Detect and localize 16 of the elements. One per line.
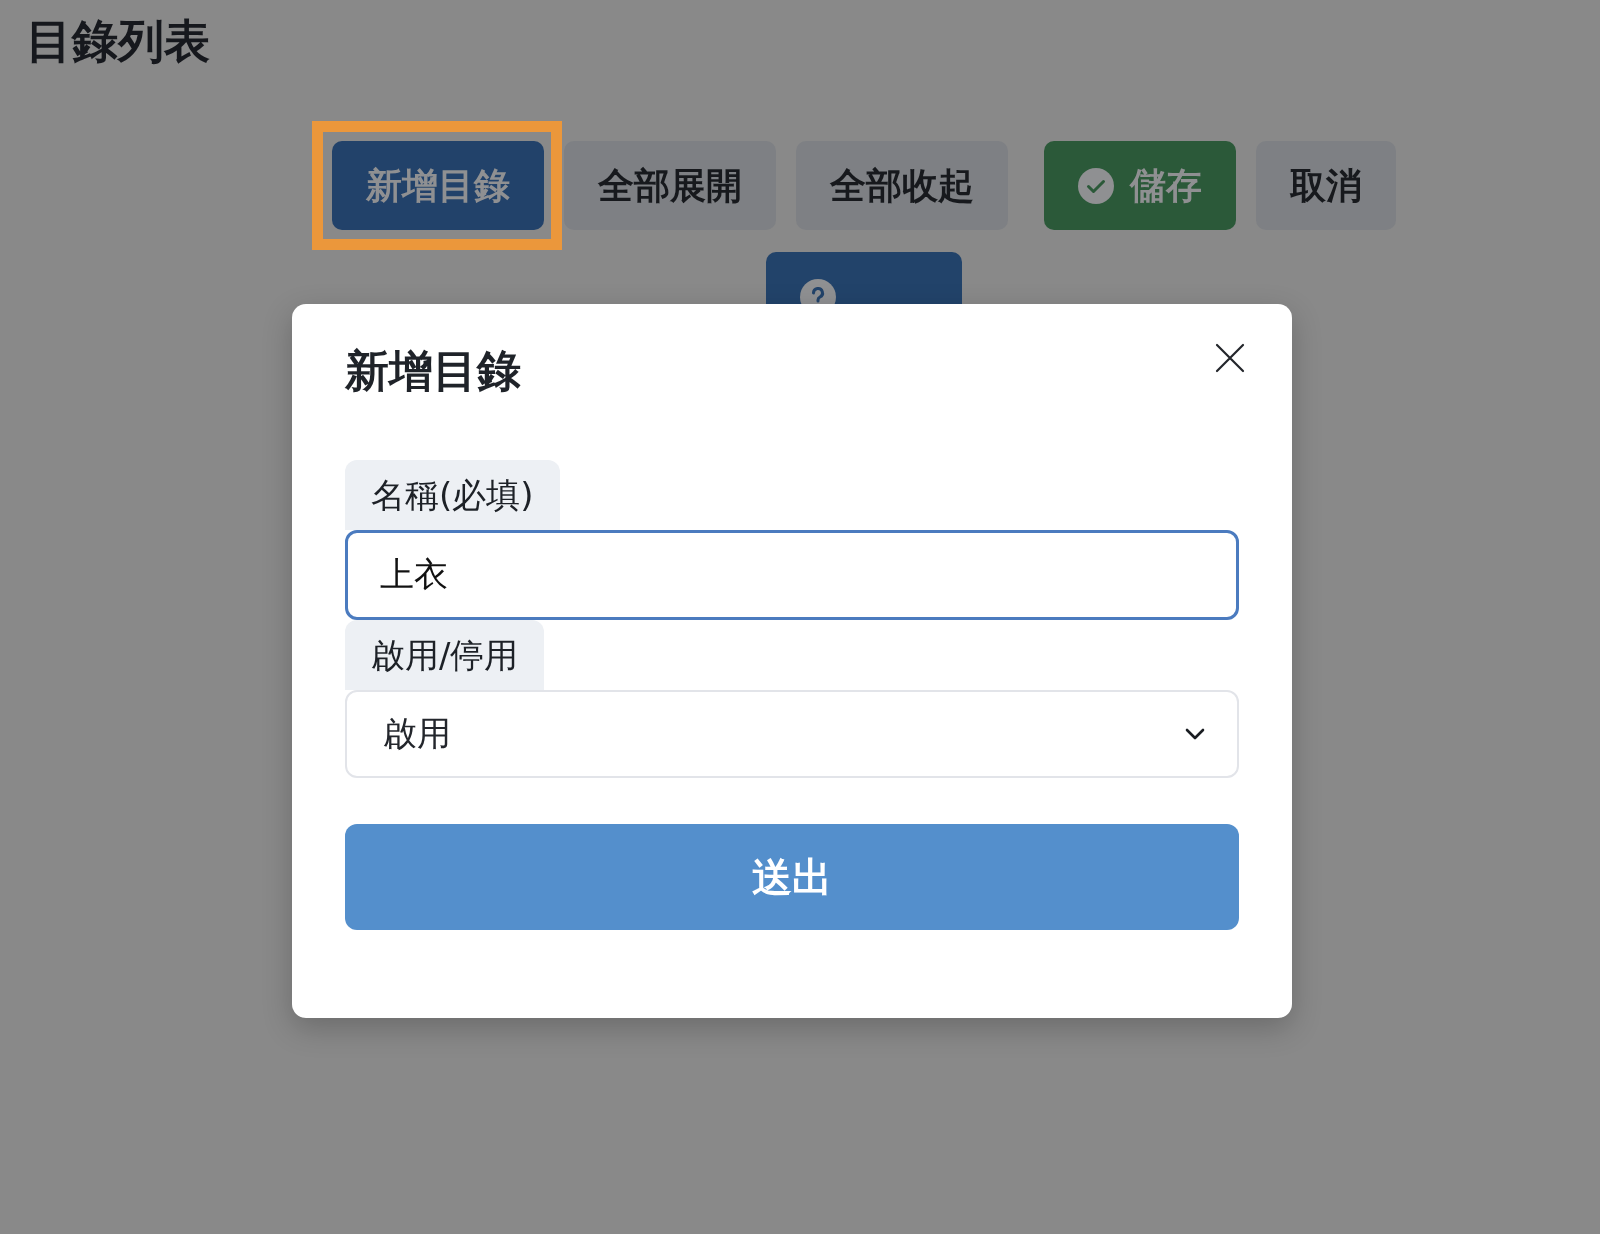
page-title: 目錄列表 [26, 14, 210, 69]
dialog-title: 新增目錄 [345, 345, 521, 397]
close-button[interactable] [1215, 343, 1245, 373]
field-label: 啟用/停用 [345, 620, 545, 690]
toolbar-button[interactable]: 全部收起 [796, 141, 1008, 230]
chevron-down-icon [1185, 728, 1205, 740]
close-icon [1215, 343, 1245, 373]
dropdown-select[interactable]: 啟用 [345, 690, 1239, 778]
toolbar-button[interactable]: 儲存 [1044, 141, 1236, 230]
submit-button[interactable]: 送出 [345, 824, 1239, 930]
toolbar-button[interactable]: 取消 [1256, 141, 1396, 230]
field-label: 名稱(必填) [345, 460, 560, 530]
toolbar-button[interactable]: 新增目錄 [332, 141, 544, 230]
toolbar-button[interactable]: 全部展開 [564, 141, 776, 230]
check-circle-icon [1078, 167, 1114, 204]
text-input[interactable]: 上衣 [345, 530, 1239, 620]
